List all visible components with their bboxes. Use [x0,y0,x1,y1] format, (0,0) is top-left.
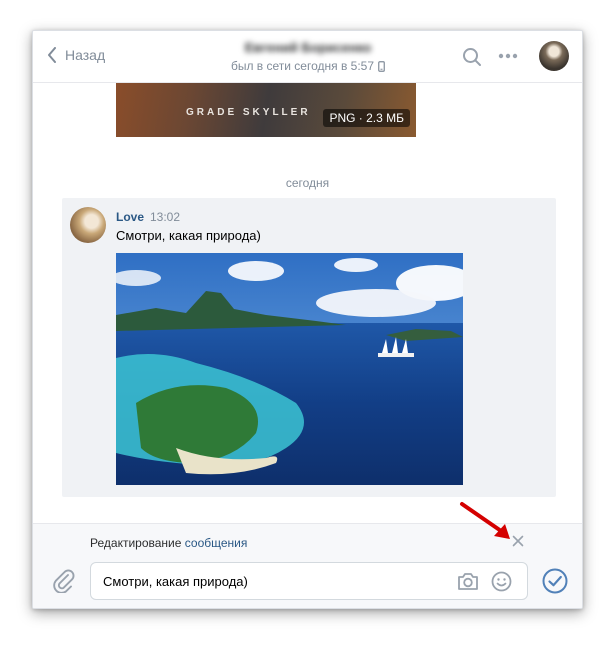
peer-info[interactable]: Евгений Борисенко был в сети сегодня в 5… [183,40,433,73]
editing-label: Редактирование сообщения [90,536,247,550]
message-text: Смотри, какая природа) [116,228,261,243]
back-button[interactable]: Назад [47,47,105,63]
message-input[interactable]: Смотри, какая природа) [90,562,528,600]
message-photo[interactable] [116,253,463,485]
peer-status: был в сети сегодня в 5:57 [183,59,433,73]
camera-icon[interactable] [457,571,479,591]
author-avatar[interactable] [70,207,106,243]
send-check-icon[interactable] [542,568,568,594]
back-label: Назад [65,47,106,63]
phone-icon [378,60,385,72]
file-size-badge: PNG · 2.3 МБ [323,109,410,127]
message-input-value[interactable]: Смотри, какая природа) [103,574,248,589]
search-icon[interactable] [462,47,482,67]
message-history: GRADE SKYLLER PNG · 2.3 МБ сегодня Love … [33,83,582,523]
date-separator: сегодня [285,176,330,190]
peer-avatar[interactable] [539,41,569,71]
attach-icon[interactable] [51,567,75,593]
previous-image-caption: GRADE SKYLLER [186,107,311,118]
smile-icon[interactable] [491,571,512,592]
more-icon[interactable] [498,53,518,59]
red-arrow-annotation [460,502,510,539]
previous-image-attachment[interactable]: GRADE SKYLLER PNG · 2.3 МБ [116,83,416,137]
message-time: 13:02 [150,210,181,224]
peer-status-text: был в сети сегодня в 5:57 [230,59,375,73]
chat-header: Назад Евгений Борисенко был в сети сегод… [33,31,582,83]
chevron-left-icon [48,47,56,63]
editing-message-link[interactable]: сообщения [185,536,248,550]
message-item: Love 13:02 Смотри, какая природа) [62,198,556,497]
editing-label-prefix: Редактирование [90,536,182,550]
message-author[interactable]: Love [116,210,144,224]
peer-name[interactable]: Евгений Борисенко [183,40,433,55]
